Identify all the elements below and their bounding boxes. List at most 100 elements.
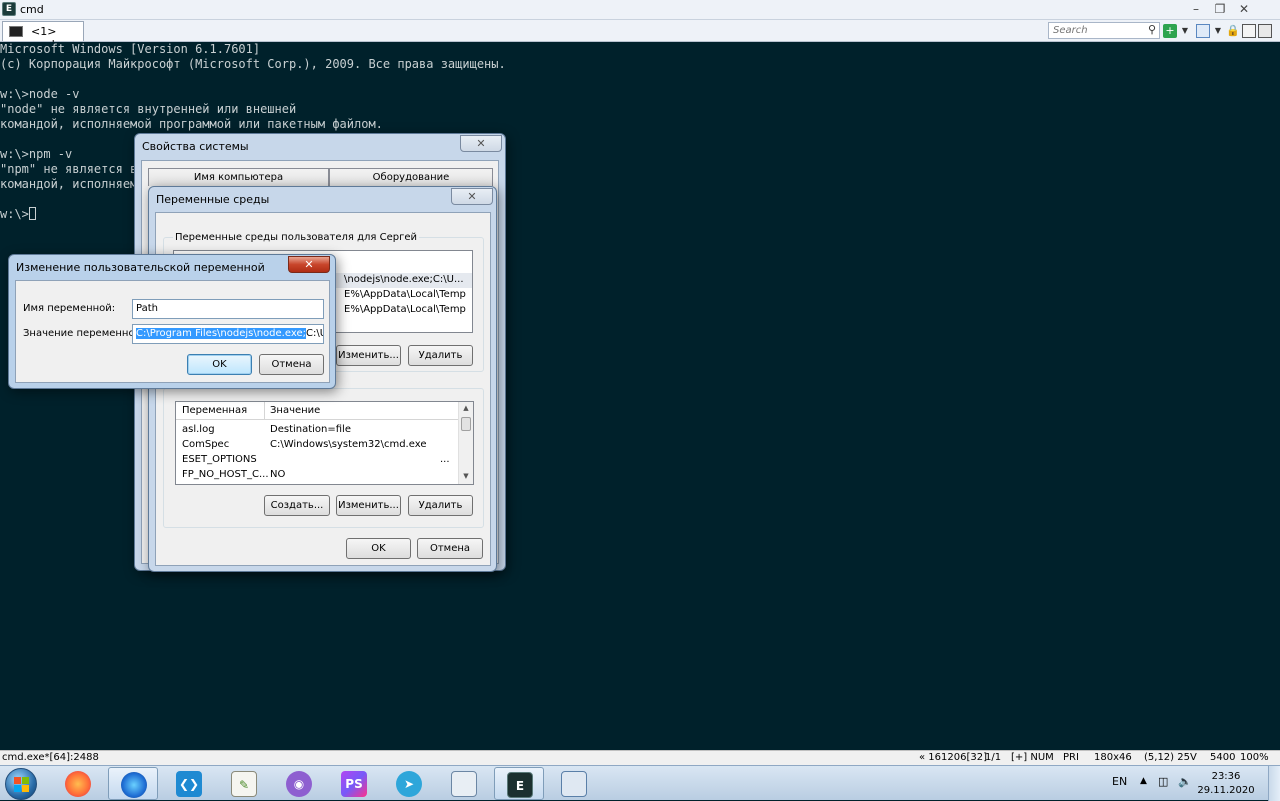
dialog-title: Переменные среды [156, 193, 270, 206]
console-line: w:\>npm -v [0, 147, 73, 161]
system-window-icon [451, 771, 477, 797]
show-hidden-icons-icon[interactable]: ▲ [1140, 776, 1147, 786]
search-input[interactable] [1049, 23, 1139, 38]
minimize-icon[interactable]: – [1184, 1, 1208, 17]
clock-date: 29.11.2020 [1197, 785, 1255, 796]
conemu-icon[interactable]: E [2, 2, 16, 16]
variable-name-input[interactable]: Path [132, 299, 324, 319]
ok-button[interactable]: OK [346, 538, 411, 559]
status-item: 100% [1240, 752, 1269, 763]
list-scrollbar[interactable]: ▲ ▼ [458, 402, 473, 484]
show-desktop-button[interactable] [1268, 766, 1280, 801]
status-item: 1/1 [985, 752, 1002, 763]
prompt-text: w:\> [0, 207, 29, 221]
edit-variable-dialog: Изменение пользовательской переменной ✕ … [8, 254, 336, 389]
list-header: Переменная Значение [176, 402, 459, 420]
tab-bar: <1> cmd ⚲ + ▼ ▼ 🔒 [0, 20, 1280, 51]
console-line: (c) Корпорация Майкрософт (Microsoft Cor… [0, 57, 506, 71]
unselected-text: C:\Users [305, 328, 323, 339]
status-item: 5400 [1210, 752, 1236, 763]
status-bar: cmd.exe*[64]:2488 « 161206[32] 1/1 [+] N… [0, 750, 1280, 765]
dialog-body: Имя переменной: Path Значение переменной… [15, 280, 330, 383]
column-header-variable[interactable]: Переменная [182, 405, 247, 416]
title-bar: E cmd – ❐ ✕ [0, 0, 1280, 20]
new-console-dropdown-icon[interactable]: ▼ [1178, 24, 1192, 38]
status-item: 180x46 [1094, 752, 1132, 763]
clock[interactable]: 23:36 29.11.2020 [1196, 770, 1256, 798]
scroll-up-icon[interactable]: ▲ [462, 404, 470, 412]
notepad-icon: ✎ [231, 771, 257, 797]
menu-icon[interactable] [1258, 24, 1272, 38]
scroll-down-icon[interactable]: ▼ [462, 472, 470, 480]
variable-name-label: Имя переменной: [23, 303, 116, 314]
console-line: "node" не является внутренней или внешне… [0, 102, 297, 116]
table-row[interactable]: FP_NO_HOST_C... NO [176, 468, 459, 483]
user-vars-label: Переменные среды пользователя для Сергей [173, 232, 420, 243]
search-box[interactable]: ⚲ [1048, 22, 1160, 39]
table-row[interactable]: ESET_OPTIONS... [176, 453, 459, 468]
restore-icon[interactable]: ❐ [1208, 1, 1232, 17]
taskbar-phpstorm[interactable]: PS [329, 767, 379, 800]
column-header-value[interactable]: Значение [270, 405, 320, 416]
scroll-thumb[interactable] [461, 417, 471, 431]
delete-button[interactable]: Удалить [408, 495, 473, 516]
system-vars-list[interactable]: Переменная Значение asl.log Destination=f… [175, 401, 474, 485]
window-title: cmd [20, 3, 44, 16]
taskbar-vscode[interactable]: ❮❯ [164, 767, 214, 800]
table-row[interactable]: ComSpec C:\Windows\system32\cmd.exe [176, 438, 459, 453]
tab-computer-name[interactable]: Имя компьютера [148, 168, 329, 186]
status-process: cmd.exe*[64]:2488 [2, 752, 99, 763]
taskbar-notepad[interactable]: ✎ [219, 767, 269, 800]
close-icon[interactable]: ✕ [451, 188, 493, 205]
volume-icon[interactable]: 🔈 [1178, 775, 1192, 788]
taskbar-firefox-dev[interactable] [108, 767, 158, 800]
dialog-title: Изменение пользовательской переменной [16, 261, 265, 274]
close-icon[interactable]: ✕ [288, 256, 330, 273]
status-item: « 161206[32] [919, 752, 987, 763]
split-view-icon[interactable] [1196, 24, 1210, 38]
selected-text: C:\Program Files\nodejs\node.exe; [136, 328, 306, 339]
close-icon[interactable]: ✕ [460, 135, 502, 152]
text-cursor [28, 207, 36, 220]
taskbar-conemu[interactable]: E [494, 767, 544, 800]
control-panel-icon [561, 771, 587, 797]
conemu-icon: E [507, 772, 533, 798]
telegram-icon: ➤ [396, 771, 422, 797]
maximize-pane-icon[interactable] [1242, 24, 1256, 38]
edit-button[interactable]: Изменить... [336, 495, 401, 516]
tab-cmd[interactable]: <1> cmd [2, 21, 84, 51]
console-line: командой, исполняем [0, 177, 138, 191]
taskbar-firefox[interactable] [53, 767, 103, 800]
view-dropdown-icon[interactable]: ▼ [1211, 24, 1225, 38]
ok-button[interactable]: OK [187, 354, 252, 375]
network-icon[interactable]: ◫ [1158, 775, 1168, 788]
github-icon: ◉ [286, 771, 312, 797]
tab-hardware[interactable]: Оборудование [329, 168, 493, 186]
status-item: PRI [1063, 752, 1079, 763]
language-indicator[interactable]: EN [1112, 775, 1127, 788]
taskbar: ❮❯ ✎ ◉ PS ➤ E EN ▲ ◫ 🔈 23:36 29.11.2020 [0, 765, 1280, 801]
console-line: Microsoft Windows [Version 6.1.7601] [0, 42, 261, 56]
taskbar-telegram[interactable]: ➤ [384, 767, 434, 800]
taskbar-system-window[interactable] [439, 767, 489, 800]
close-icon[interactable]: ✕ [1232, 1, 1256, 17]
start-button[interactable] [5, 768, 37, 800]
taskbar-control-panel[interactable] [549, 767, 599, 800]
lock-icon[interactable]: 🔒 [1226, 24, 1240, 38]
table-row[interactable]: asl.log Destination=file [176, 423, 459, 438]
console-prompt: w:\> [0, 207, 36, 221]
cancel-button[interactable]: Отмена [417, 538, 483, 559]
cancel-button[interactable]: Отмена [259, 354, 324, 375]
windows-logo-icon [14, 777, 30, 793]
dialog-title: Свойства системы [142, 140, 249, 153]
search-icon[interactable]: ⚲ [1148, 23, 1156, 36]
new-console-icon[interactable]: + [1163, 24, 1177, 38]
console-icon [9, 26, 23, 37]
taskbar-github[interactable]: ◉ [274, 767, 324, 800]
create-button[interactable]: Создать... [264, 495, 330, 516]
user-delete-button[interactable]: Удалить [408, 345, 473, 366]
user-edit-button[interactable]: Изменить... [336, 345, 401, 366]
status-item: (5,12) 25V [1144, 752, 1197, 763]
variable-value-input[interactable]: C:\Program Files\nodejs\node.exe;C:\User… [132, 324, 324, 344]
clock-time: 23:36 [1211, 771, 1241, 782]
